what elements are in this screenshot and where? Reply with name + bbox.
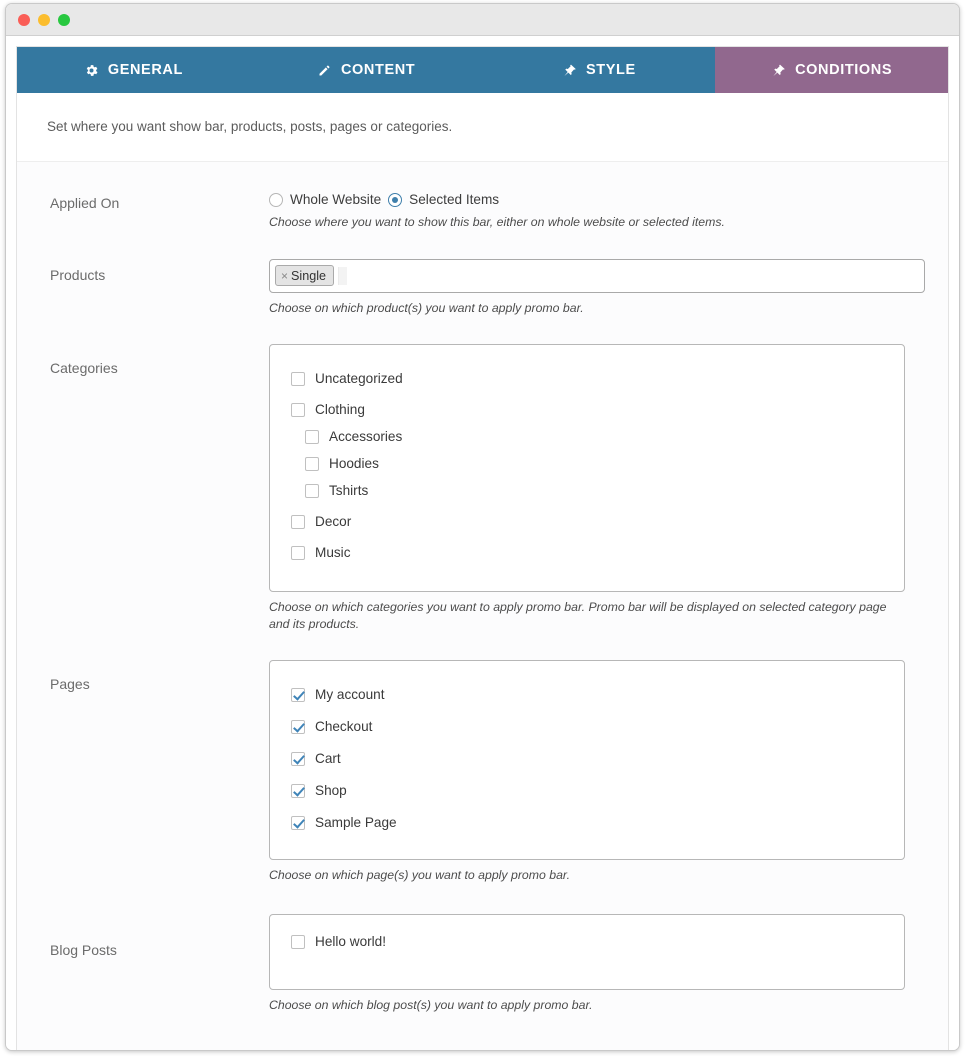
checkbox-hoodies[interactable]: Hoodies xyxy=(305,456,904,471)
products-input-cursor[interactable] xyxy=(338,266,348,285)
checkbox-accessories[interactable]: Accessories xyxy=(305,429,904,444)
categories-checkbox-panel: Uncategorized Clothing Accessories Hoodi… xyxy=(269,344,905,593)
checkbox-clothing[interactable]: Clothing xyxy=(291,402,904,417)
applied-on-radio-group: Whole Website Selected Items xyxy=(269,192,912,207)
checkbox-decor-box[interactable] xyxy=(291,514,305,529)
checkbox-checkout-box[interactable] xyxy=(291,719,305,734)
checkbox-decor-label: Decor xyxy=(315,514,352,530)
checkbox-decor[interactable]: Decor xyxy=(291,514,904,529)
products-label: Products xyxy=(50,266,106,283)
applied-on-help: Choose where you want to show this bar, … xyxy=(269,215,725,229)
checkbox-accessories-box[interactable] xyxy=(305,429,319,444)
checkbox-clothing-label: Clothing xyxy=(315,402,365,418)
radio-whole-website[interactable]: Whole Website xyxy=(269,192,381,207)
conditions-form: Applied On Whole Website Selected Items xyxy=(17,162,948,1050)
checkbox-cart[interactable]: Cart xyxy=(291,751,904,766)
tab-style-label: STYLE xyxy=(586,62,636,78)
close-window-button[interactable] xyxy=(18,13,30,26)
tab-conditions-label: CONDITIONS xyxy=(795,62,893,78)
products-select[interactable]: × Single xyxy=(269,258,925,293)
checkbox-hello-world-label: Hello world! xyxy=(315,934,387,950)
pencil-icon xyxy=(317,63,332,78)
pin-icon xyxy=(562,63,577,78)
gear-icon xyxy=(84,63,99,78)
checkbox-hoodies-label: Hoodies xyxy=(329,456,379,472)
pages-help: Choose on which page(s) you want to appl… xyxy=(269,868,570,883)
field-pages: Pages My account Checkout Cart Shop Samp… xyxy=(17,660,948,884)
applied-on-label: Applied On xyxy=(50,195,120,211)
settings-panel: GENERAL CONTENT STYLE CONDITIONS Set whe… xyxy=(16,46,949,1050)
product-tag-single[interactable]: × Single xyxy=(275,265,335,287)
app-window: GENERAL CONTENT STYLE CONDITIONS Set whe… xyxy=(5,3,960,1051)
products-help: Choose on which product(s) you want to a… xyxy=(269,300,584,315)
categories-label: Categories xyxy=(50,360,118,377)
checkbox-sample-page-label: Sample Page xyxy=(315,815,397,831)
checkbox-hello-world[interactable]: Hello world! xyxy=(291,934,386,949)
checkbox-tshirts-label: Tshirts xyxy=(329,483,369,499)
panel-description: Set where you want show bar, products, p… xyxy=(17,93,948,162)
checkbox-tshirts[interactable]: Tshirts xyxy=(305,483,904,498)
remove-tag-icon[interactable]: × xyxy=(281,270,288,282)
checkbox-cart-box[interactable] xyxy=(291,751,305,766)
blog-posts-checkbox-panel: Hello world! xyxy=(269,913,905,990)
categories-help: Choose on which categories you want to a… xyxy=(269,600,887,631)
field-categories: Categories Uncategorized Clothing Access… xyxy=(17,344,948,632)
checkbox-my-account-label: My account xyxy=(315,687,385,703)
field-products: Products × Single Choose on which produc… xyxy=(17,258,948,317)
radio-selected-items[interactable]: Selected Items xyxy=(388,192,499,207)
checkbox-checkout[interactable]: Checkout xyxy=(291,719,904,734)
maximize-window-button[interactable] xyxy=(58,13,70,26)
radio-selected-items-label: Selected Items xyxy=(409,192,500,207)
product-tag-label: Single xyxy=(291,268,327,283)
checkbox-music-box[interactable] xyxy=(291,545,305,560)
tab-conditions[interactable]: CONDITIONS xyxy=(715,47,948,93)
pages-checkbox-panel: My account Checkout Cart Shop Sample Pag… xyxy=(269,660,905,861)
checkbox-music[interactable]: Music xyxy=(291,545,904,560)
radio-selected-items-indicator[interactable] xyxy=(388,192,403,207)
page-body: GENERAL CONTENT STYLE CONDITIONS Set whe… xyxy=(6,36,959,1050)
blog-posts-label: Blog Posts xyxy=(50,941,117,958)
checkbox-accessories-label: Accessories xyxy=(329,429,403,445)
tab-style[interactable]: STYLE xyxy=(482,47,716,93)
checkbox-tshirts-box[interactable] xyxy=(305,483,319,498)
checkbox-sample-page[interactable]: Sample Page xyxy=(291,815,904,830)
checkbox-uncategorized-label: Uncategorized xyxy=(315,371,403,387)
blog-posts-help: Choose on which blog post(s) you want to… xyxy=(269,997,593,1012)
checkbox-my-account-box[interactable] xyxy=(291,687,305,702)
checkbox-music-label: Music xyxy=(315,545,351,561)
checkbox-hello-world-box[interactable] xyxy=(291,934,305,949)
field-blog-posts: Blog Posts Hello world! Choose on which … xyxy=(17,913,948,1014)
tab-content-label: CONTENT xyxy=(340,62,416,78)
radio-whole-website-label: Whole Website xyxy=(290,192,382,207)
radio-whole-website-indicator[interactable] xyxy=(269,192,283,207)
checkbox-shop-label: Shop xyxy=(315,783,347,799)
minimize-window-button[interactable] xyxy=(38,13,50,26)
tab-bar: GENERAL CONTENT STYLE CONDITIONS xyxy=(17,47,948,93)
checkbox-cart-label: Cart xyxy=(315,751,341,767)
checkbox-sample-page-box[interactable] xyxy=(291,815,305,830)
field-applied-on: Applied On Whole Website Selected Items xyxy=(17,192,948,231)
pages-label: Pages xyxy=(50,676,90,693)
checkbox-uncategorized[interactable]: Uncategorized xyxy=(291,371,904,386)
checkbox-uncategorized-box[interactable] xyxy=(291,371,305,386)
checkbox-clothing-box[interactable] xyxy=(291,402,305,417)
pin-icon xyxy=(771,63,786,78)
tab-general-label: GENERAL xyxy=(107,62,183,78)
checkbox-my-account[interactable]: My account xyxy=(291,687,904,702)
window-titlebar xyxy=(6,4,959,36)
tab-general[interactable]: GENERAL xyxy=(17,47,250,93)
panel-description-text: Set where you want show bar, products, p… xyxy=(47,119,453,134)
checkbox-shop[interactable]: Shop xyxy=(291,783,904,798)
checkbox-shop-box[interactable] xyxy=(291,783,305,798)
checkbox-hoodies-box[interactable] xyxy=(305,456,319,471)
tab-content[interactable]: CONTENT xyxy=(249,47,483,93)
checkbox-checkout-label: Checkout xyxy=(315,719,373,735)
